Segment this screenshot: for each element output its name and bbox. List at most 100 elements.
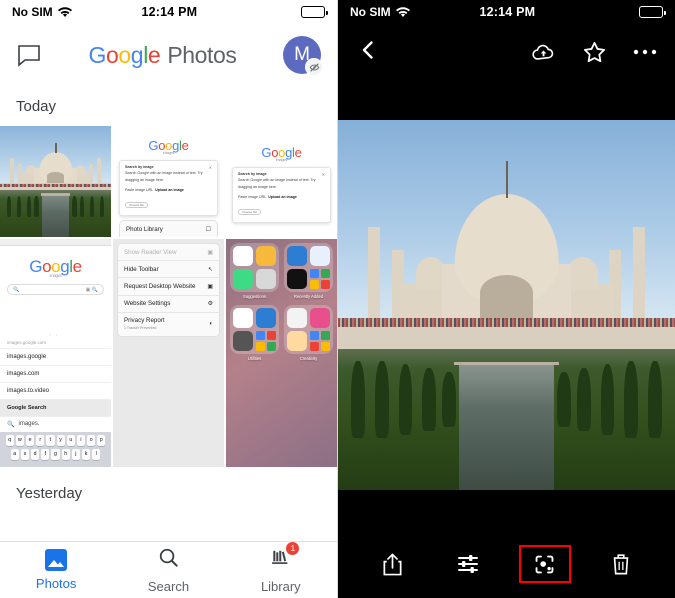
search-by-image-card: ✕ Search by image Search Google with an … [232, 167, 331, 224]
photo-display-area[interactable] [338, 80, 675, 530]
card-line: Search Google with an image instead of t… [238, 178, 316, 182]
card-action-link[interactable]: Upload an image [155, 188, 184, 192]
close-icon[interactable]: ✕ [209, 165, 212, 170]
key[interactable]: j [71, 448, 80, 460]
tab-library[interactable]: 1 Library [225, 542, 337, 594]
photo-thumbnail-taj-mahal[interactable] [0, 126, 111, 237]
domain-hint: images.google.com [0, 339, 111, 349]
favorite-button[interactable] [582, 40, 607, 65]
photo-thumbnail-search-by-image[interactable]: Google images ✕ Search by image Search G… [226, 126, 337, 237]
photo-thumbnail-google-images-search[interactable]: Google images 🔍 ▣ 🔍 ·· images.google.com … [0, 239, 111, 467]
key[interactable]: t [46, 434, 55, 446]
status-bar-battery-group [605, 6, 666, 18]
photo-thumbnail-safari-settings-menu[interactable]: Show Reader View ▣ Hide Toolbar ↖ Request … [113, 239, 224, 467]
menu-item-privacy-report[interactable]: Privacy Report 1 Tracker Prevented ◐ [118, 312, 219, 336]
lens-button[interactable] [518, 545, 571, 583]
close-icon[interactable]: ✕ [322, 172, 325, 177]
key[interactable]: g [51, 448, 60, 460]
tab-photos[interactable]: Photos [0, 549, 112, 591]
app-group-label: Creativity [299, 356, 318, 361]
section-header-yesterday: Yesterday [16, 484, 83, 502]
logo-subtext: images [49, 273, 62, 278]
menu-item-show-reader-view[interactable]: Show Reader View ▣ [118, 244, 219, 262]
search-icon [157, 546, 180, 574]
photo-thumbnail-search-by-image-dialog[interactable]: Google images ✕ Search by image Search G… [113, 126, 224, 237]
backup-button[interactable] [531, 42, 556, 62]
logo-letter: G [88, 41, 106, 68]
menu-item-hide-toolbar[interactable]: Hide Toolbar ↖ [118, 261, 219, 279]
key[interactable]: h [61, 448, 70, 460]
key[interactable]: w [15, 434, 24, 446]
tab-search[interactable]: Search [112, 546, 224, 594]
privacy-icon: ◐ [209, 321, 213, 328]
menu-item-request-desktop-website[interactable]: Request Desktop Website ▣ [118, 278, 219, 296]
google-wordmark: Google images [232, 145, 331, 162]
key[interactable]: e [25, 434, 35, 446]
card-title: Search by image [238, 172, 267, 176]
search-suggestion[interactable]: images.com [0, 366, 111, 383]
more-options-button[interactable] [633, 48, 657, 56]
status-bar-carrier-group: No SIM [350, 5, 410, 19]
key[interactable]: p [97, 434, 106, 446]
app-header: Google Photos M [0, 24, 337, 86]
wifi-icon [57, 6, 72, 18]
chat-bubble-icon[interactable] [16, 43, 42, 67]
photos-scroll-area[interactable]: Today Google images ✕ Search by image Se… [0, 86, 337, 541]
library-icon: 1 [269, 542, 300, 574]
key[interactable]: r [36, 434, 45, 446]
gear-icon: ⚙ [207, 301, 213, 308]
status-bar-carrier-group: No SIM [12, 5, 72, 19]
on-screen-keyboard[interactable]: q w e r t y u i o p a s d f g h j k l [0, 431, 111, 467]
key[interactable]: q [5, 434, 14, 446]
status-bar-right: No SIM 12:14 PM [338, 0, 675, 24]
photo-thumbnail-ios-app-library[interactable]: Suggestions Recently Added Utilities Cre… [226, 239, 337, 467]
search-suggestion[interactable]: images.google [0, 349, 111, 366]
key[interactable]: f [41, 448, 50, 460]
photo-viewer-panel: No SIM 12:14 PM [338, 0, 675, 598]
menu-item-website-settings[interactable]: Website Settings ⚙ [118, 295, 219, 313]
choose-file-button[interactable]: Choose file [238, 209, 262, 216]
card-field-label: Paste image URL [238, 194, 267, 199]
key[interactable]: o [87, 434, 96, 446]
google-photos-app-panel: No SIM 12:14 PM Google Photos M Today Go… [0, 0, 338, 598]
card-action-link[interactable]: Upload an image [268, 195, 297, 199]
logo-letter: e [147, 41, 161, 68]
key[interactable]: s [20, 448, 30, 460]
app-group-label: Recently Added [293, 294, 324, 299]
search-input[interactable]: 🔍 ▣ 🔍 [7, 284, 104, 295]
key[interactable]: k [81, 448, 91, 460]
logo-suffix: Photos [167, 41, 237, 68]
account-avatar-button[interactable]: M [283, 36, 323, 76]
key[interactable]: i [76, 434, 86, 446]
key[interactable]: a [10, 448, 19, 460]
share-button[interactable] [366, 545, 418, 583]
key[interactable]: u [66, 434, 75, 446]
search-suggestion[interactable]: images.to.video [0, 383, 111, 400]
search-icon: 🔍 [7, 421, 15, 428]
tab-label: Photos [35, 576, 77, 591]
library-badge: 1 [286, 542, 300, 555]
choose-file-button[interactable]: Choose file [125, 202, 149, 209]
logo-letter: o [105, 41, 119, 68]
wifi-icon [395, 6, 410, 18]
tab-label: Search [147, 579, 190, 594]
share-sheet-menu: Photo Library☐ Take Photo or Video◉ Brow… [119, 220, 218, 237]
key[interactable]: d [31, 448, 40, 460]
suggestion-section-header: Google Search [0, 399, 111, 417]
search-by-image-card: ✕ Search by image Search Google with an … [119, 160, 218, 217]
edit-button[interactable] [442, 545, 494, 583]
reader-icon: ▣ [207, 249, 213, 256]
key[interactable]: l [92, 448, 101, 460]
delete-button[interactable] [595, 545, 647, 583]
back-button[interactable] [356, 38, 380, 67]
battery-icon [639, 6, 666, 18]
search-query-row[interactable]: 🔍 images. [0, 417, 111, 432]
card-line: dragging an image here. [238, 185, 277, 190]
keyboard-row: a s d f g h j k l [2, 448, 109, 460]
key[interactable]: y [56, 434, 65, 446]
arrows-icon: ↖ [207, 266, 213, 273]
keyboard-row: q w e r t y u i o p [2, 434, 109, 446]
taj-mahal-thumbnail-image [0, 126, 111, 237]
google-wordmark: Google images [0, 246, 111, 281]
menu-item-photo-library[interactable]: Photo Library ☐ [120, 221, 217, 237]
